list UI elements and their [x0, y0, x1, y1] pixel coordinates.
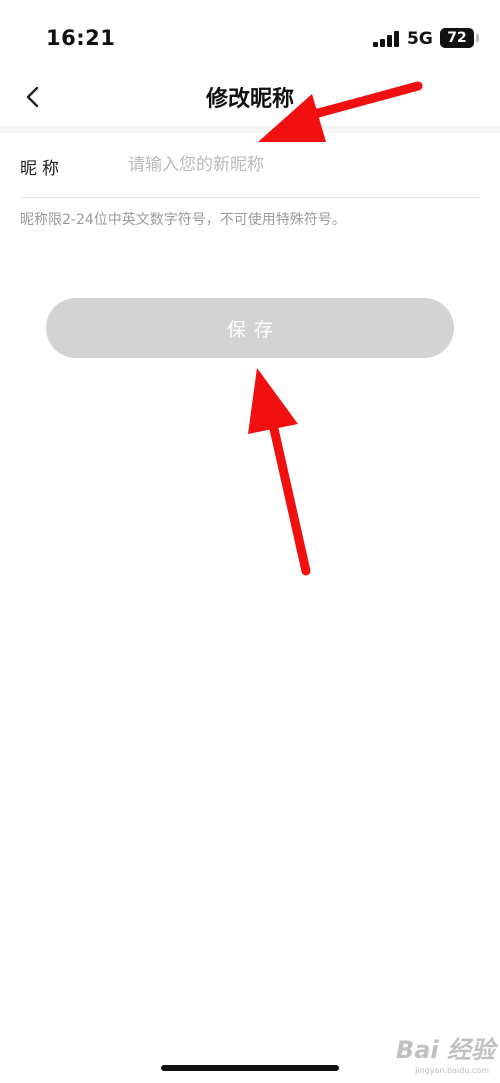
status-time: 16:21 — [46, 26, 116, 50]
nav-bar: 修改昵称 — [0, 72, 500, 122]
section-divider — [0, 126, 500, 133]
signal-icon — [373, 31, 401, 47]
watermark-brand: Bai 经验 — [395, 1036, 495, 1064]
save-button[interactable]: 保存 — [46, 298, 454, 358]
nickname-hint: 昵称限2-24位中英文数字符号，不可使用特殊符号。 — [20, 212, 346, 228]
page-title: 修改昵称 — [205, 87, 294, 112]
home-indicator[interactable] — [161, 1065, 339, 1071]
field-underline — [20, 197, 480, 198]
status-bar: 16:21 5G 72 — [0, 0, 500, 72]
network-type: 5G — [407, 29, 433, 49]
nickname-label: 昵称 — [20, 159, 64, 179]
battery-icon: 72 — [440, 28, 479, 48]
baidu-watermark: Bai 经验 jingyan.baidu.com — [380, 1020, 495, 1080]
watermark-url: jingyan.baidu.com — [415, 1066, 489, 1075]
nickname-field: 昵称 — [0, 133, 500, 197]
annotation-arrow-to-save — [248, 368, 311, 576]
nickname-input[interactable] — [122, 147, 484, 183]
